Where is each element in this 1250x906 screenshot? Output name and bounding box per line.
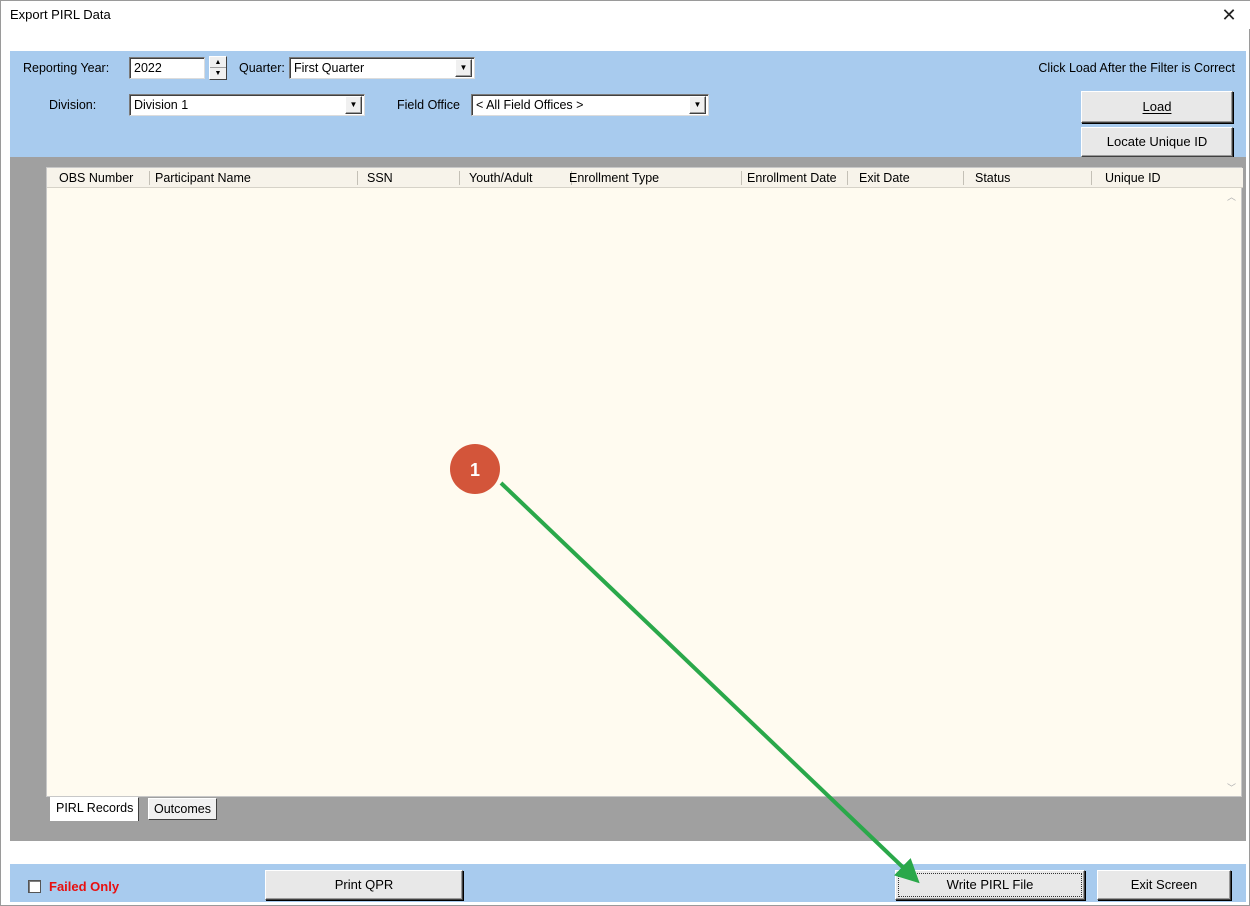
column-unique-id[interactable]: Unique ID — [1105, 171, 1161, 185]
field-office-select[interactable]: < All Field Offices > — [471, 94, 709, 116]
write-pirl-file-label: Write PIRL File — [946, 877, 1034, 892]
export-pirl-window: Export PIRL Data ✕ Reporting Year: 2022 … — [0, 0, 1250, 906]
division-label: Division: — [49, 98, 97, 112]
title-bar: Export PIRL Data ✕ — [1, 1, 1250, 29]
reporting-year-spinner[interactable]: ▲ ▼ — [209, 56, 227, 80]
column-ssn[interactable]: SSN — [367, 171, 393, 185]
close-icon[interactable]: ✕ — [1215, 2, 1243, 28]
dropdown-arrow-icon[interactable]: ▼ — [455, 59, 472, 77]
locate-unique-id-button[interactable]: Locate Unique ID — [1081, 127, 1233, 157]
dropdown-arrow-icon[interactable]: ▼ — [689, 96, 706, 114]
column-status[interactable]: Status — [975, 171, 1010, 185]
column-separator — [847, 171, 848, 185]
column-youth-adult[interactable]: Youth/Adult — [469, 171, 532, 185]
failed-only-label[interactable]: Failed Only — [49, 879, 119, 894]
quarter-select[interactable]: First Quarter — [289, 57, 475, 79]
locate-unique-id-label: Locate Unique ID — [1106, 134, 1208, 149]
print-qpr-label: Print QPR — [334, 877, 394, 892]
records-grid[interactable]: OBS Number Participant Name SSN Youth/Ad… — [46, 167, 1243, 797]
division-select[interactable]: Division 1 — [129, 94, 365, 116]
column-separator — [149, 171, 150, 185]
vertical-scrollbar[interactable]: ︿ ﹀ — [1224, 188, 1241, 796]
column-separator — [357, 171, 358, 185]
load-button[interactable]: Load — [1081, 91, 1233, 123]
column-separator — [459, 171, 460, 185]
print-qpr-button[interactable]: Print QPR — [265, 870, 463, 900]
column-enrollment-date[interactable]: Enrollment Date — [747, 171, 837, 185]
tab-outcomes[interactable]: Outcomes — [148, 798, 217, 820]
column-separator — [963, 171, 964, 185]
failed-only-checkbox[interactable] — [28, 880, 41, 893]
spin-down-icon[interactable]: ▼ — [210, 68, 226, 79]
exit-screen-button[interactable]: Exit Screen — [1097, 870, 1231, 900]
exit-screen-label: Exit Screen — [1130, 877, 1198, 892]
tab-pirl-records[interactable]: PIRL Records — [50, 797, 140, 821]
hint-text: Click Load After the Filter is Correct — [1038, 61, 1235, 75]
load-button-label: Load — [1142, 99, 1172, 114]
scroll-up-icon[interactable]: ︿ — [1227, 190, 1236, 203]
grid-area: OBS Number Participant Name SSN Youth/Ad… — [10, 157, 1246, 841]
reporting-year-input[interactable]: 2022 — [129, 57, 205, 79]
grid-header: OBS Number Participant Name SSN Youth/Ad… — [47, 168, 1243, 188]
tab-strip: PIRL Records Outcomes — [46, 797, 1242, 823]
window-title: Export PIRL Data — [10, 7, 111, 22]
spin-up-icon[interactable]: ▲ — [210, 57, 226, 68]
column-exit-date[interactable]: Exit Date — [859, 171, 910, 185]
field-office-label: Field Office — [397, 98, 460, 112]
quarter-label: Quarter: — [239, 61, 285, 75]
column-participant-name[interactable]: Participant Name — [155, 171, 251, 185]
reporting-year-label: Reporting Year: — [23, 61, 110, 75]
dropdown-arrow-icon[interactable]: ▼ — [345, 96, 362, 114]
column-obs-number[interactable]: OBS Number — [59, 171, 133, 185]
scroll-down-icon[interactable]: ﹀ — [1227, 781, 1236, 794]
write-pirl-file-button[interactable]: Write PIRL File — [895, 870, 1085, 900]
column-enrollment-type[interactable]: Enrollment Type — [569, 171, 659, 185]
column-separator — [741, 171, 742, 185]
column-separator — [1091, 171, 1092, 185]
